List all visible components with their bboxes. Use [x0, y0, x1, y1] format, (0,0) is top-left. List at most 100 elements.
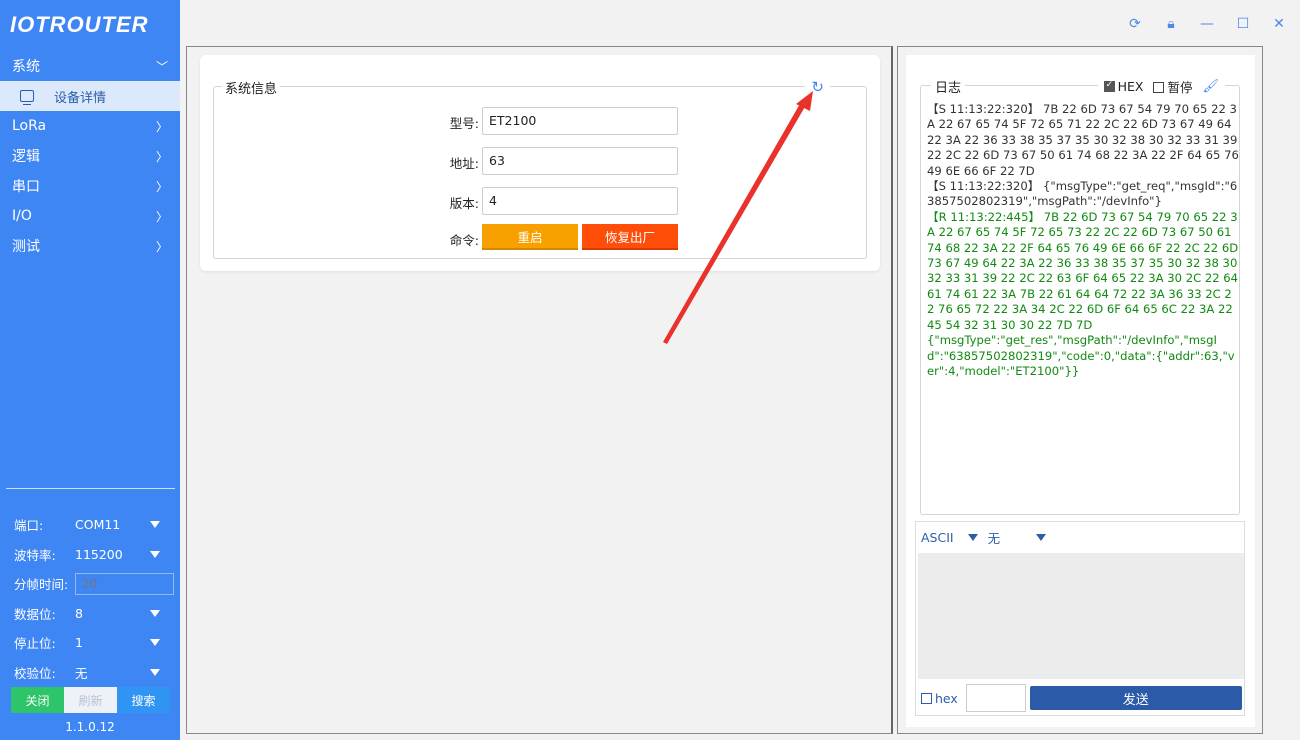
port-select[interactable]: 端口: COM11	[0, 510, 180, 540]
checkbox-checked-icon	[1103, 80, 1115, 92]
nav-item-label: LoRa	[12, 118, 47, 134]
dropdown-arrow-icon[interactable]	[1036, 533, 1047, 541]
nav-item-logic[interactable]: 逻辑 〉	[0, 141, 180, 171]
system-info-title: 系统信息	[222, 78, 281, 97]
maximize-icon[interactable]: ☐	[1234, 16, 1252, 32]
log-entry: 【R 11:13:22:445】 7B 22 6D 73 67 54 79 70…	[927, 209, 1239, 332]
encoding-select[interactable]: ASCII	[921, 530, 954, 545]
chevron-right-icon: 〉	[155, 239, 168, 254]
checkbox-icon	[921, 692, 932, 704]
databits-select[interactable]: 数据位: 8	[0, 599, 180, 629]
window-controls: ⟳ 🔒︎ — ☐ ✕	[1126, 16, 1288, 32]
dropdown-arrow-icon	[150, 550, 160, 558]
stopbits-select[interactable]: 停止位: 1	[0, 628, 180, 658]
close-port-button[interactable]: 关闭	[11, 687, 64, 713]
lock-icon[interactable]: 🔒︎	[1162, 16, 1180, 32]
log-output: 【S 11:13:22:320】 7B 22 6D 73 67 54 79 70…	[927, 102, 1239, 379]
chevron-down-icon: ﹀	[155, 59, 168, 74]
dropdown-arrow-icon[interactable]	[967, 533, 978, 541]
close-icon[interactable]: ✕	[1270, 16, 1288, 32]
nav-item-label: 串口	[12, 179, 40, 195]
send-button[interactable]: 发送	[1029, 686, 1242, 710]
send-hex-label: hex	[935, 690, 958, 706]
dropdown-arrow-icon	[150, 668, 160, 676]
address-label: 地址:	[449, 156, 479, 171]
serial-config: 端口: COM11 波特率: 115200 分帧时间: 数据位: 8 停止位: …	[0, 510, 180, 687]
address-field[interactable]: 63	[482, 147, 678, 175]
address-row: 地址: 63	[214, 147, 866, 175]
nav-item-test[interactable]: 测试 〉	[0, 231, 180, 261]
command-label: 命令:	[449, 233, 479, 248]
system-info-group: 系统信息 ↻ 型号: ET2100 地址: 63 版本: 4 命令: 重启 恢复…	[213, 78, 867, 259]
send-interval-input[interactable]	[965, 684, 1026, 712]
dropdown-arrow-icon	[150, 521, 160, 529]
log-entry: 【S 11:13:22:320】 7B 22 6D 73 67 54 79 70…	[927, 102, 1239, 178]
monitor-icon	[20, 90, 34, 105]
log-card: 日志 HEX 暂停 🖌︎ 【S 11:13:22:320】 7B 22 6D 7…	[906, 55, 1255, 727]
baud-value: 115200	[75, 546, 123, 562]
sidebar: IOTROUTER 系统 ﹀ 设备详情 LoRa 〉 逻辑 〉 串口 〉 I/O…	[0, 0, 180, 740]
dropdown-arrow-icon	[150, 609, 160, 617]
send-area: ASCII 无 hex 发送	[915, 521, 1245, 716]
pause-label: 暂停	[1167, 80, 1193, 95]
log-entry: {"msgType":"get_res","msgPath":"/devInfo…	[927, 333, 1235, 378]
nav-item-lora[interactable]: LoRa 〉	[0, 111, 180, 141]
model-label: 型号:	[449, 116, 479, 131]
nav-menu: 系统 ﹀ 设备详情 LoRa 〉 逻辑 〉 串口 〉 I/O 〉 测试 〉	[0, 51, 180, 261]
version-field[interactable]: 4	[482, 187, 678, 215]
send-textarea[interactable]	[918, 553, 1244, 679]
app-version: 1.1.0.12	[65, 720, 115, 734]
chevron-right-icon: 〉	[155, 179, 168, 194]
refresh-button[interactable]: 刷新	[64, 687, 117, 713]
nav-item-label: 逻辑	[12, 149, 40, 165]
nav-item-label: 系统	[12, 59, 40, 75]
model-field[interactable]: ET2100	[482, 107, 678, 135]
version-label: 版本:	[449, 196, 479, 211]
send-hex-checkbox[interactable]: hex	[921, 691, 958, 706]
restart-button[interactable]: 重启	[482, 224, 578, 250]
databits-label: 数据位:	[14, 606, 56, 622]
nav-item-serial[interactable]: 串口 〉	[0, 171, 180, 201]
minimize-icon[interactable]: —	[1198, 16, 1216, 32]
serial-buttons: 关闭 刷新 搜索	[11, 687, 170, 713]
frame-time-label: 分帧时间:	[14, 577, 69, 593]
nav-item-label: 测试	[12, 239, 40, 255]
nav-subitem-label: 设备详情	[54, 90, 107, 106]
nav-item-system[interactable]: 系统 ﹀	[0, 51, 180, 81]
port-value: COM11	[75, 517, 121, 533]
log-group: 日志 HEX 暂停 🖌︎ 【S 11:13:22:320】 7B 22 6D 7…	[920, 77, 1240, 515]
hex-checkbox[interactable]: HEX	[1103, 79, 1144, 94]
clear-brush-icon[interactable]: 🖌︎	[1202, 79, 1219, 94]
hex-label: HEX	[1117, 79, 1144, 94]
log-entry: 【S 11:13:22:320】 {"msgType":"get_req","m…	[927, 179, 1238, 209]
parity-select[interactable]: 校验位: 无	[0, 658, 180, 688]
databits-value: 8	[75, 605, 83, 621]
baud-label: 波特率:	[14, 547, 56, 563]
version-row: 版本: 4	[214, 187, 866, 215]
sync-icon[interactable]: ⟳	[1126, 16, 1144, 32]
parity-label: 校验位:	[14, 665, 56, 681]
baud-select[interactable]: 波特率: 115200	[0, 540, 180, 570]
port-label: 端口:	[14, 518, 44, 534]
chevron-right-icon: 〉	[155, 149, 168, 164]
search-button[interactable]: 搜索	[117, 687, 170, 713]
system-info-card: 系统信息 ↻ 型号: ET2100 地址: 63 版本: 4 命令: 重启 恢复…	[200, 55, 880, 271]
send-options: ASCII 无	[916, 522, 1244, 552]
nav-subitem-device-details[interactable]: 设备详情	[0, 81, 180, 111]
log-options: HEX 暂停 🖌︎	[1097, 77, 1225, 96]
dropdown-arrow-icon	[150, 639, 160, 647]
pause-checkbox[interactable]: 暂停	[1153, 77, 1192, 96]
app-logo: IOTROUTER	[10, 12, 149, 37]
factory-reset-button[interactable]: 恢复出厂	[582, 224, 678, 250]
frame-time-input[interactable]	[75, 572, 174, 595]
refresh-icon[interactable]: ↻	[805, 78, 830, 96]
nav-item-label: I/O	[12, 208, 32, 224]
send-footer: hex 发送	[916, 681, 1244, 715]
stopbits-value: 1	[75, 635, 83, 651]
log-title: 日志	[931, 77, 966, 96]
nav-item-io[interactable]: I/O 〉	[0, 201, 180, 231]
stopbits-label: 停止位:	[14, 636, 56, 652]
model-row: 型号: ET2100	[214, 107, 866, 135]
suffix-select[interactable]: 无	[988, 528, 1001, 547]
chevron-right-icon: 〉	[155, 119, 168, 134]
